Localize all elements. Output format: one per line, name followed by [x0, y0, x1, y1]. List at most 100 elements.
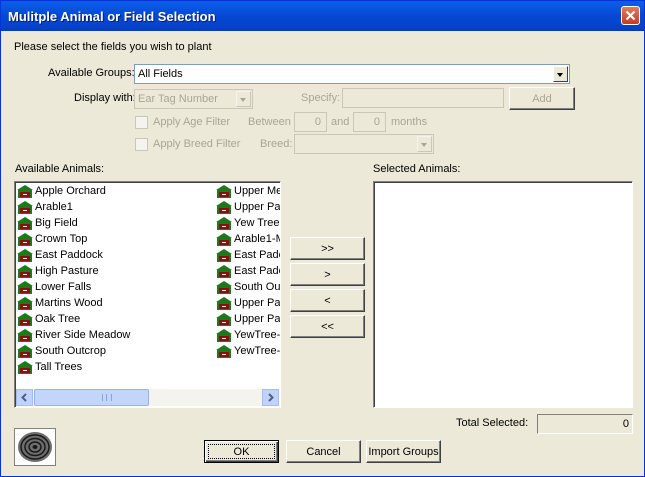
list-item-label: YewTree- — [234, 329, 280, 341]
available-animals-list[interactable]: Apple Orchard Arable1 Big Field Crown Top Ea… — [14, 181, 281, 408]
chevron-down-icon[interactable] — [417, 136, 432, 152]
add-button[interactable]: Add — [509, 87, 575, 110]
title-bar[interactable]: Mulitple Animal or Field Selection — [1, 1, 644, 31]
specify-input[interactable] — [342, 88, 504, 108]
scroll-right-button[interactable] — [262, 389, 279, 406]
list-item[interactable]: Arable1-M — [216, 232, 280, 248]
list-item-label: Crown Top — [35, 233, 88, 245]
between-label: Between — [248, 116, 291, 128]
list-item-label: Upper Pa — [234, 201, 280, 213]
horizontal-scrollbar[interactable] — [16, 389, 279, 406]
breed-select[interactable] — [294, 134, 434, 154]
chevron-down-icon[interactable] — [236, 91, 251, 107]
list-item[interactable]: South Outcrop — [17, 344, 213, 360]
instruction-text: Please select the fields you wish to pla… — [14, 41, 212, 53]
ok-button[interactable]: OK — [204, 440, 279, 463]
list-item-label: Upper Pa — [234, 297, 280, 309]
field-icon — [216, 265, 232, 278]
list-item[interactable]: Upper Pa — [216, 200, 280, 216]
list-item[interactable]: East Padc — [216, 264, 280, 280]
list-item-label: High Pasture — [35, 265, 99, 277]
display-with-select[interactable]: Ear Tag Number — [134, 89, 253, 109]
list-item[interactable]: South Ou — [216, 280, 280, 296]
list-item-label: Martins Wood — [35, 297, 103, 309]
available-groups-value: All Fields — [138, 68, 183, 80]
close-icon — [625, 10, 636, 21]
list-item[interactable]: East Padc — [216, 248, 280, 264]
list-item[interactable]: River Side Meadow — [17, 328, 213, 344]
list-item[interactable]: YewTree- — [216, 328, 280, 344]
total-selected-value-box: 0 — [537, 414, 633, 434]
list-item[interactable]: Crown Top — [17, 232, 213, 248]
field-icon — [216, 217, 232, 230]
field-icon — [17, 201, 33, 214]
field-icon — [17, 329, 33, 342]
field-icon — [17, 265, 33, 278]
list-item-label: Tall Trees — [35, 361, 83, 373]
close-button[interactable] — [621, 6, 640, 25]
list-item-label: Arable1 — [35, 201, 73, 213]
field-icon — [216, 329, 232, 342]
field-icon — [216, 313, 232, 326]
available-animals-label: Available Animals: — [15, 163, 105, 175]
age-to-input[interactable]: 0 — [353, 112, 386, 132]
chevron-down-icon[interactable] — [553, 66, 568, 82]
list-item[interactable]: Arable1 — [17, 200, 213, 216]
specify-label: Specify: — [301, 92, 341, 104]
logo-icon — [14, 428, 56, 466]
cancel-button[interactable]: Cancel — [286, 440, 361, 463]
add-selected-button[interactable]: > — [290, 263, 365, 286]
field-icon — [216, 185, 232, 198]
list-item-label: South Outcrop — [35, 345, 106, 357]
available-groups-label: Available Groups: — [48, 67, 135, 79]
list-item[interactable]: East Paddock — [17, 248, 213, 264]
display-with-label: Display with: — [74, 92, 136, 104]
list-item[interactable]: Apple Orchard — [17, 184, 213, 200]
field-icon — [17, 217, 33, 230]
display-with-value: Ear Tag Number — [138, 93, 218, 105]
list-item-label: River Side Meadow — [35, 329, 131, 341]
list-item[interactable]: Tall Trees — [17, 360, 213, 376]
add-all-button[interactable]: >> — [290, 237, 365, 260]
remove-selected-button[interactable]: < — [290, 289, 365, 312]
list-item-label: Lower Falls — [35, 281, 92, 293]
list-item[interactable]: High Pasture — [17, 264, 213, 280]
field-icon — [17, 233, 33, 246]
selected-animals-label: Selected Animals: — [373, 163, 461, 175]
list-item[interactable]: Upper Me — [216, 184, 280, 200]
age-from-input[interactable]: 0 — [294, 112, 327, 132]
list-item-label: Upper Me — [234, 185, 280, 197]
list-item[interactable]: Martins Wood — [17, 296, 213, 312]
list-item-label: Apple Orchard — [35, 185, 106, 197]
selected-animals-list[interactable] — [373, 181, 633, 408]
import-groups-button[interactable]: Import Groups — [366, 440, 441, 463]
list-item-label: East Paddock — [35, 249, 103, 261]
list-item[interactable]: Lower Falls — [17, 280, 213, 296]
list-item-label: Oak Tree — [35, 313, 81, 325]
field-icon — [17, 345, 33, 358]
list-item-label: Arable1-M — [234, 233, 280, 245]
remove-all-button[interactable]: << — [290, 315, 365, 338]
list-item[interactable]: Yew Tree — [216, 216, 280, 232]
and-label: and — [331, 116, 350, 128]
breed-filter-checkbox[interactable] — [135, 138, 148, 151]
field-icon — [216, 249, 232, 262]
field-icon — [216, 345, 232, 358]
field-icon — [17, 313, 33, 326]
list-item[interactable]: Upper Pa — [216, 312, 280, 328]
list-item[interactable]: YewTree- — [216, 344, 280, 360]
list-item-label: Yew Tree — [234, 217, 280, 229]
scroll-left-button[interactable] — [16, 389, 33, 406]
list-item-label: YewTree- — [234, 345, 280, 357]
list-item[interactable]: Big Field — [17, 216, 213, 232]
chevron-right-icon — [268, 393, 274, 402]
field-icon — [17, 249, 33, 262]
grip-icon — [102, 394, 112, 401]
list-item[interactable]: Upper Pa — [216, 296, 280, 312]
list-item-label: East Padc — [234, 249, 280, 261]
scroll-thumb[interactable] — [34, 389, 149, 406]
age-filter-checkbox[interactable] — [135, 116, 148, 129]
list-item-label: Upper Pa — [234, 313, 280, 325]
list-item[interactable]: Oak Tree — [17, 312, 213, 328]
available-groups-select[interactable]: All Fields — [134, 64, 570, 84]
